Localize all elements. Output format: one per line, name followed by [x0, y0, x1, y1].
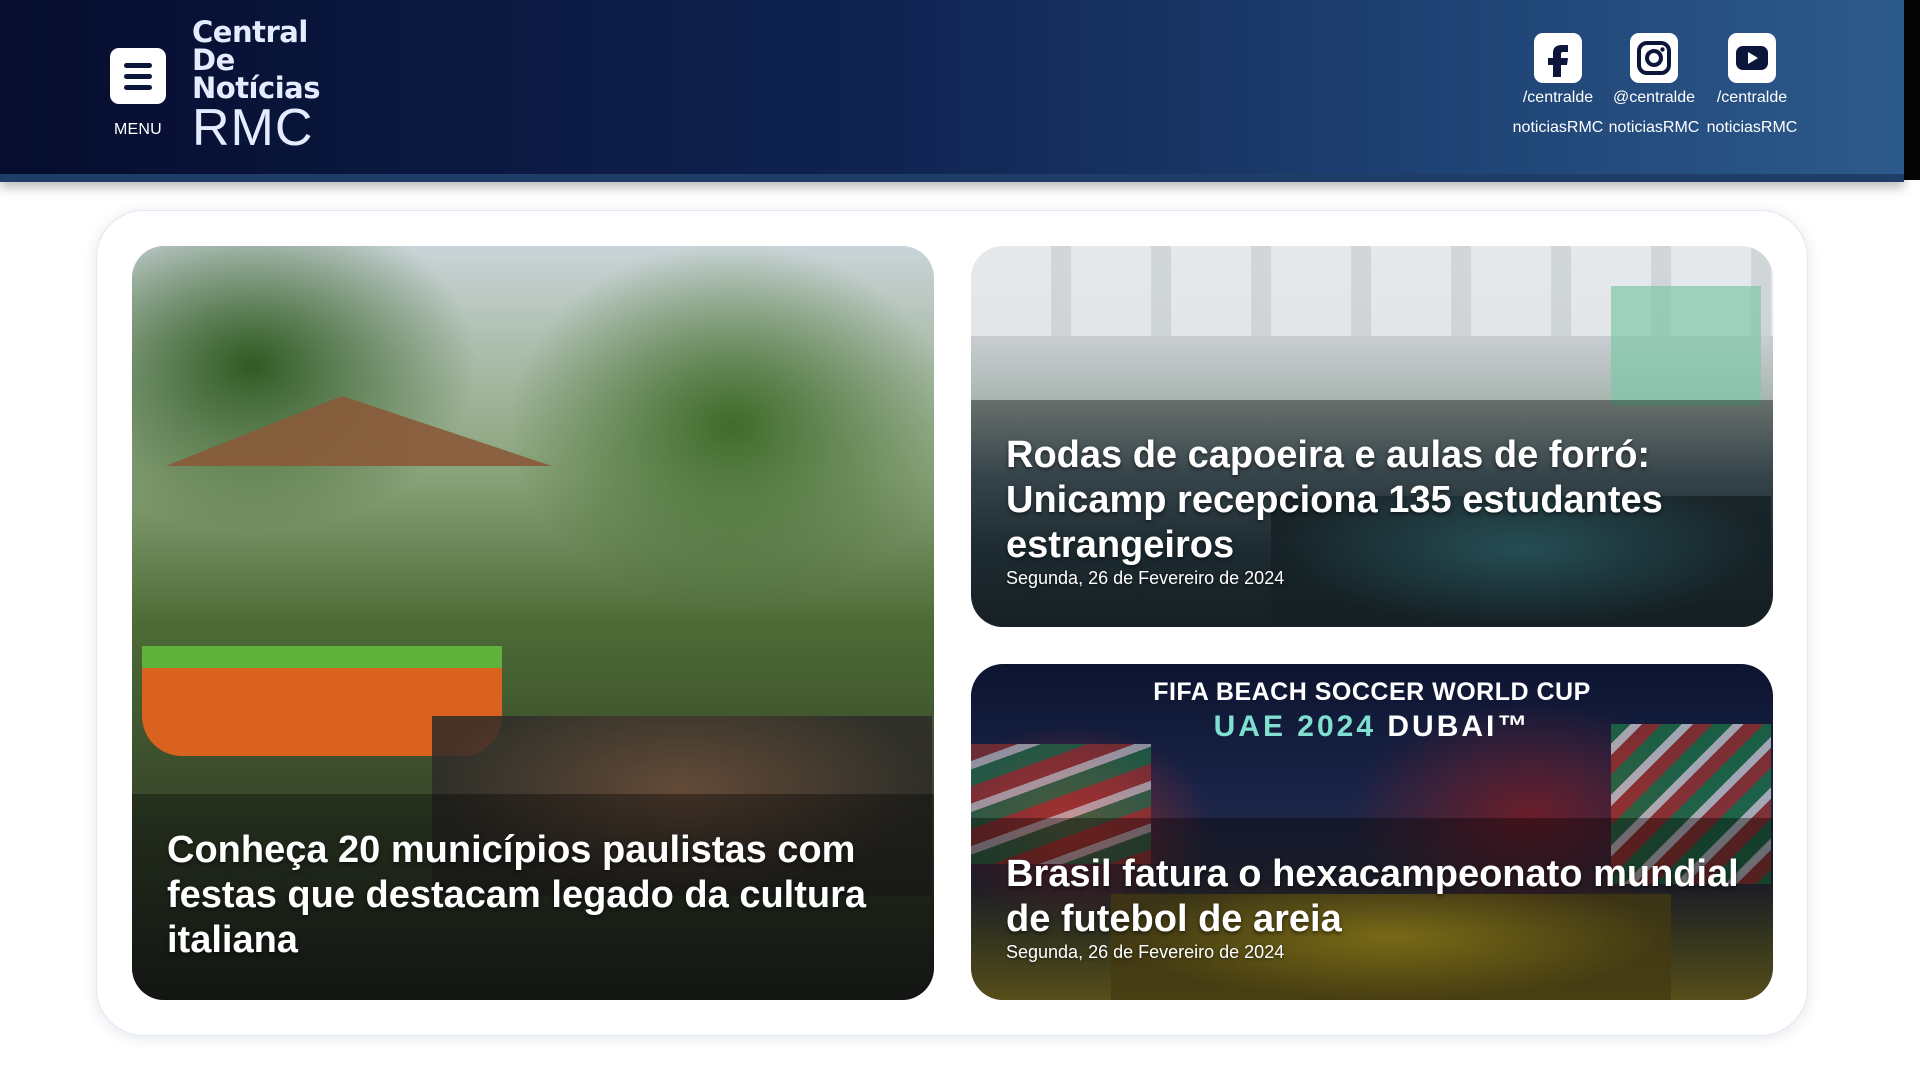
logo-line-de: De [192, 43, 235, 77]
window-shape [1611, 286, 1761, 406]
social-youtube-handle-1: /centralde [1716, 89, 1788, 106]
hamburger-icon-bar [124, 84, 152, 90]
social-instagram-link[interactable]: @centralde noticiasRMC [1604, 33, 1704, 139]
social-youtube-link[interactable]: /centralde noticiasRMC [1702, 33, 1802, 139]
site-logo[interactable]: Central De Notícias RMC [192, 15, 332, 157]
hamburger-icon-bar [124, 73, 152, 79]
instagram-icon [1630, 33, 1678, 83]
social-facebook-link[interactable]: /centralde noticiasRMC [1508, 33, 1608, 139]
event-banner-year: UAE 2024 [1213, 710, 1377, 743]
featured-story-main[interactable]: Conheça 20 municípios paulistas com fest… [132, 246, 934, 1000]
youtube-icon [1728, 33, 1776, 83]
window-edge [1904, 0, 1920, 180]
story-date: Segunda, 26 de Fevereiro de 2024 [1006, 568, 1285, 588]
social-facebook-handle-2: noticiasRMC [1512, 119, 1604, 136]
social-instagram-handle-1: @centralde [1612, 89, 1696, 106]
hamburger-icon [124, 62, 152, 68]
menu-label: MENU [114, 121, 162, 138]
header-bottom-line [0, 174, 1904, 182]
gazebo-rail-shape [142, 646, 502, 668]
event-banner-title: FIFA BEACH SOCCER WORLD CUP [1153, 678, 1591, 706]
story-date: Segunda, 26 de Fevereiro de 2024 [1006, 942, 1285, 962]
story-headline[interactable]: Rodas de capoeira e aulas de forró: Unic… [1006, 433, 1746, 568]
story-headline[interactable]: Conheça 20 municípios paulistas com fest… [167, 828, 907, 963]
social-youtube-handle-2: noticiasRMC [1706, 119, 1798, 136]
logo-line-central: Central [192, 15, 308, 49]
menu-button[interactable] [110, 48, 166, 104]
featured-story-secondary-2[interactable]: FIFA BEACH SOCCER WORLD CUP UAE 2024 DUB… [971, 664, 1773, 1000]
logo-line-rmc: RMC [192, 99, 314, 157]
social-instagram-handle-2: noticiasRMC [1608, 119, 1700, 136]
facebook-icon [1534, 33, 1582, 83]
logo-line-noticias: Notícias [192, 71, 320, 105]
story-headline[interactable]: Brasil fatura o hexacampeonato mundial d… [1006, 852, 1746, 942]
site-header: MENU Central De Notícias RMC /centralde … [0, 0, 1904, 182]
event-banner-subtitle: UAE 2024 DUBAI™ [971, 710, 1773, 744]
social-facebook-handle-1: /centralde [1522, 89, 1594, 106]
event-banner-city: DUBAI™ [1387, 710, 1531, 743]
featured-story-secondary-1[interactable]: Rodas de capoeira e aulas de forró: Unic… [971, 246, 1773, 627]
